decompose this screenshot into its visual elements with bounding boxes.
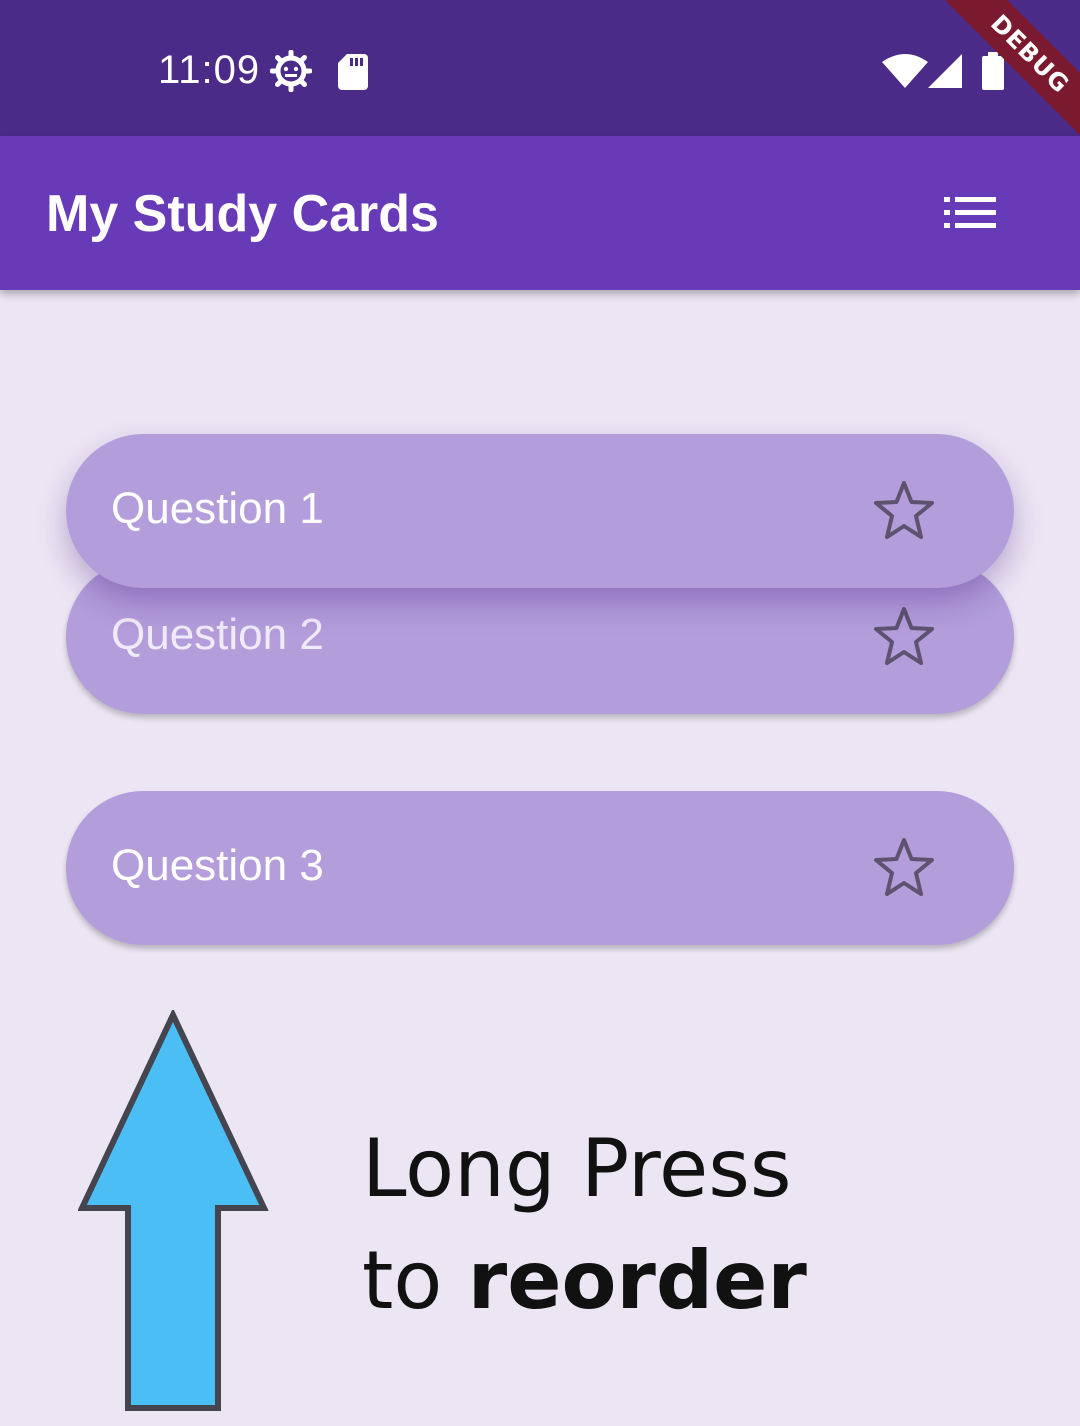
hint-line-1: Long Press <box>362 1122 792 1215</box>
hint-line-2: to reorder <box>362 1234 807 1327</box>
card-question-1[interactable]: Question 1 <box>66 434 1014 588</box>
hint-text-prefix: to <box>362 1234 443 1327</box>
status-time: 11:09 <box>158 48 261 92</box>
battery-icon <box>982 52 1004 90</box>
star-outline-icon[interactable] <box>872 837 936 897</box>
star-outline-icon[interactable] <box>872 480 936 540</box>
list-view-button[interactable] <box>930 180 1010 246</box>
status-bar: 11:09 <box>0 0 1080 136</box>
wifi-icon <box>882 54 928 88</box>
card-question-3[interactable]: Question 3 <box>66 791 1014 945</box>
hint-text-bold: reorder <box>467 1234 807 1327</box>
app-bar: My Study Cards <box>0 136 1080 290</box>
card-label: Question 2 <box>111 610 324 659</box>
up-arrow-icon <box>78 1010 269 1411</box>
list-icon <box>944 197 996 228</box>
settings-gear-icon <box>270 50 312 92</box>
screen: 11:09 My Study Cards DEBUG Question 2 Qu… <box>0 0 1080 1426</box>
cell-signal-icon <box>928 54 962 88</box>
card-label: Question 3 <box>111 841 324 890</box>
page-title: My Study Cards <box>46 185 439 243</box>
card-label: Question 1 <box>111 484 324 533</box>
sd-card-icon <box>338 54 368 90</box>
star-outline-icon[interactable] <box>872 606 936 666</box>
hint-text: Long Press <box>362 1122 792 1215</box>
